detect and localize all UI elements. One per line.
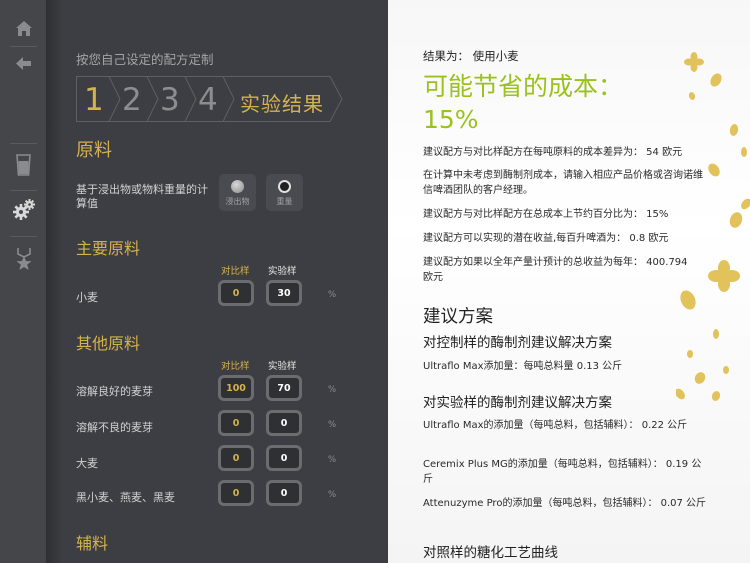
savings-value: 15% [423, 105, 479, 134]
step-4[interactable]: 4 [198, 82, 218, 118]
experiment-input[interactable]: 30 [266, 280, 302, 306]
breadcrumb: 按您自己设定的配方定制 [76, 52, 214, 67]
unit-label: % [328, 420, 337, 430]
control-input[interactable]: 0 [218, 410, 254, 436]
experiment-input[interactable]: 0 [266, 480, 302, 506]
annual-gain-text: 建议配方如果以全年产量计预计的总收益为每年： 400.794 欧元 [423, 257, 688, 283]
basis-weight-label: 重量 [276, 197, 293, 206]
step-1[interactable]: 1 [84, 82, 104, 118]
potential-gain-text: 建议配方可以实现的潜在收益,每百升啤酒为： 0.8 欧元 [423, 233, 669, 244]
experiment-input[interactable]: 70 [266, 375, 302, 401]
row-label: 大麦 [76, 457, 98, 470]
col-experiment-header: 实验样 [268, 266, 297, 277]
star-badge-icon[interactable] [0, 248, 47, 270]
experiment-dosage-1: Ultraflo Max的添加量（每吨总料，包括辅料）： 0.22 公斤 [423, 420, 688, 431]
glass-icon[interactable] [0, 154, 47, 176]
col-control-header: 对比样 [221, 266, 250, 277]
unit-label: % [328, 290, 337, 300]
plan-heading: 建议方案 [423, 307, 493, 327]
step-indicator: 1 2 3 4 实验结果 [76, 76, 343, 122]
step-2[interactable]: 2 [122, 82, 142, 118]
result-line: 结果为： 使用小麦 [423, 49, 519, 63]
row-label: 溶解不良的麦芽 [76, 421, 153, 434]
step-results[interactable]: 实验结果 [240, 88, 324, 117]
main-materials-heading: 主要原料 [76, 239, 141, 258]
control-input[interactable]: 0 [218, 445, 254, 471]
basis-label: 基于浸出物或物料重量的计算值 [76, 183, 208, 210]
experiment-input[interactable]: 0 [266, 410, 302, 436]
mashing-curve-heading: 对照样的糖化工艺曲线 [423, 545, 558, 561]
radio-off-icon [231, 180, 244, 193]
basis-extract-label: 浸出物 [225, 197, 250, 206]
experiment-dosage-2: Ceremix Plus MG的添加量（每吨总料，包括辅料）： 0.19 公斤 [423, 459, 702, 485]
col-experiment-header: 实验样 [268, 361, 297, 372]
other-materials-heading: 其他原料 [76, 334, 141, 353]
unit-label: % [328, 455, 337, 465]
row-label: 溶解良好的麦芽 [76, 385, 153, 398]
gears-icon[interactable] [0, 198, 47, 222]
control-input[interactable]: 0 [218, 280, 254, 306]
results-panel: 结果为： 使用小麦 可能节省的成本： 15% 建议配方与对比样配方在每吨原料的成… [388, 0, 750, 563]
step-3[interactable]: 3 [160, 82, 180, 118]
control-plan-dosage: Ultraflo Max添加量：每吨总料量 0.13 公斤 [423, 361, 623, 372]
experiment-dosage-3: Attenuzyme Pro的添加量（每吨总料，包括辅料）： 0.07 公斤 [423, 498, 707, 509]
radio-on-icon [278, 180, 291, 193]
control-input[interactable]: 0 [218, 480, 254, 506]
unit-label: % [328, 490, 337, 500]
col-control-header: 对比样 [221, 361, 250, 372]
experiment-plan-heading: 对实验样的酶制剂建议解决方案 [423, 395, 612, 411]
basis-extract-toggle[interactable]: 浸出物 [219, 174, 256, 211]
rail-shadow [47, 0, 63, 563]
row-label: 小麦 [76, 291, 98, 304]
row-label: 黑小麦、燕麦、黑麦 [76, 491, 175, 504]
auxiliary-heading: 辅料 [76, 534, 109, 553]
experiment-input[interactable]: 0 [266, 445, 302, 471]
basis-weight-toggle[interactable]: 重量 [266, 174, 303, 211]
nav-rail [0, 0, 47, 563]
cost-difference-text: 建议配方与对比样配方在每吨原料的成本差异为： 54 欧元 [423, 147, 683, 158]
control-plan-heading: 对控制样的酶制剂建议解决方案 [423, 335, 612, 351]
unit-label: % [328, 385, 337, 395]
enzyme-cost-note: 在计算中未考虑到酶制剂成本，请输入相应产品价格或咨询诺维信啤酒团队的客户经理。 [423, 170, 703, 196]
back-arrow-icon[interactable] [0, 57, 47, 70]
raw-materials-heading: 原料 [76, 140, 112, 161]
control-input[interactable]: 100 [218, 375, 254, 401]
total-saving-text: 建议配方与对比样配方在总成本上节约百分比为： 15% [423, 209, 669, 220]
home-icon[interactable] [0, 20, 47, 37]
savings-title: 可能节省的成本： [423, 72, 624, 101]
recipe-panel: 按您自己设定的配方定制 1 2 3 4 实验结果 原料 基于浸出物或物料重量的计… [63, 0, 388, 563]
